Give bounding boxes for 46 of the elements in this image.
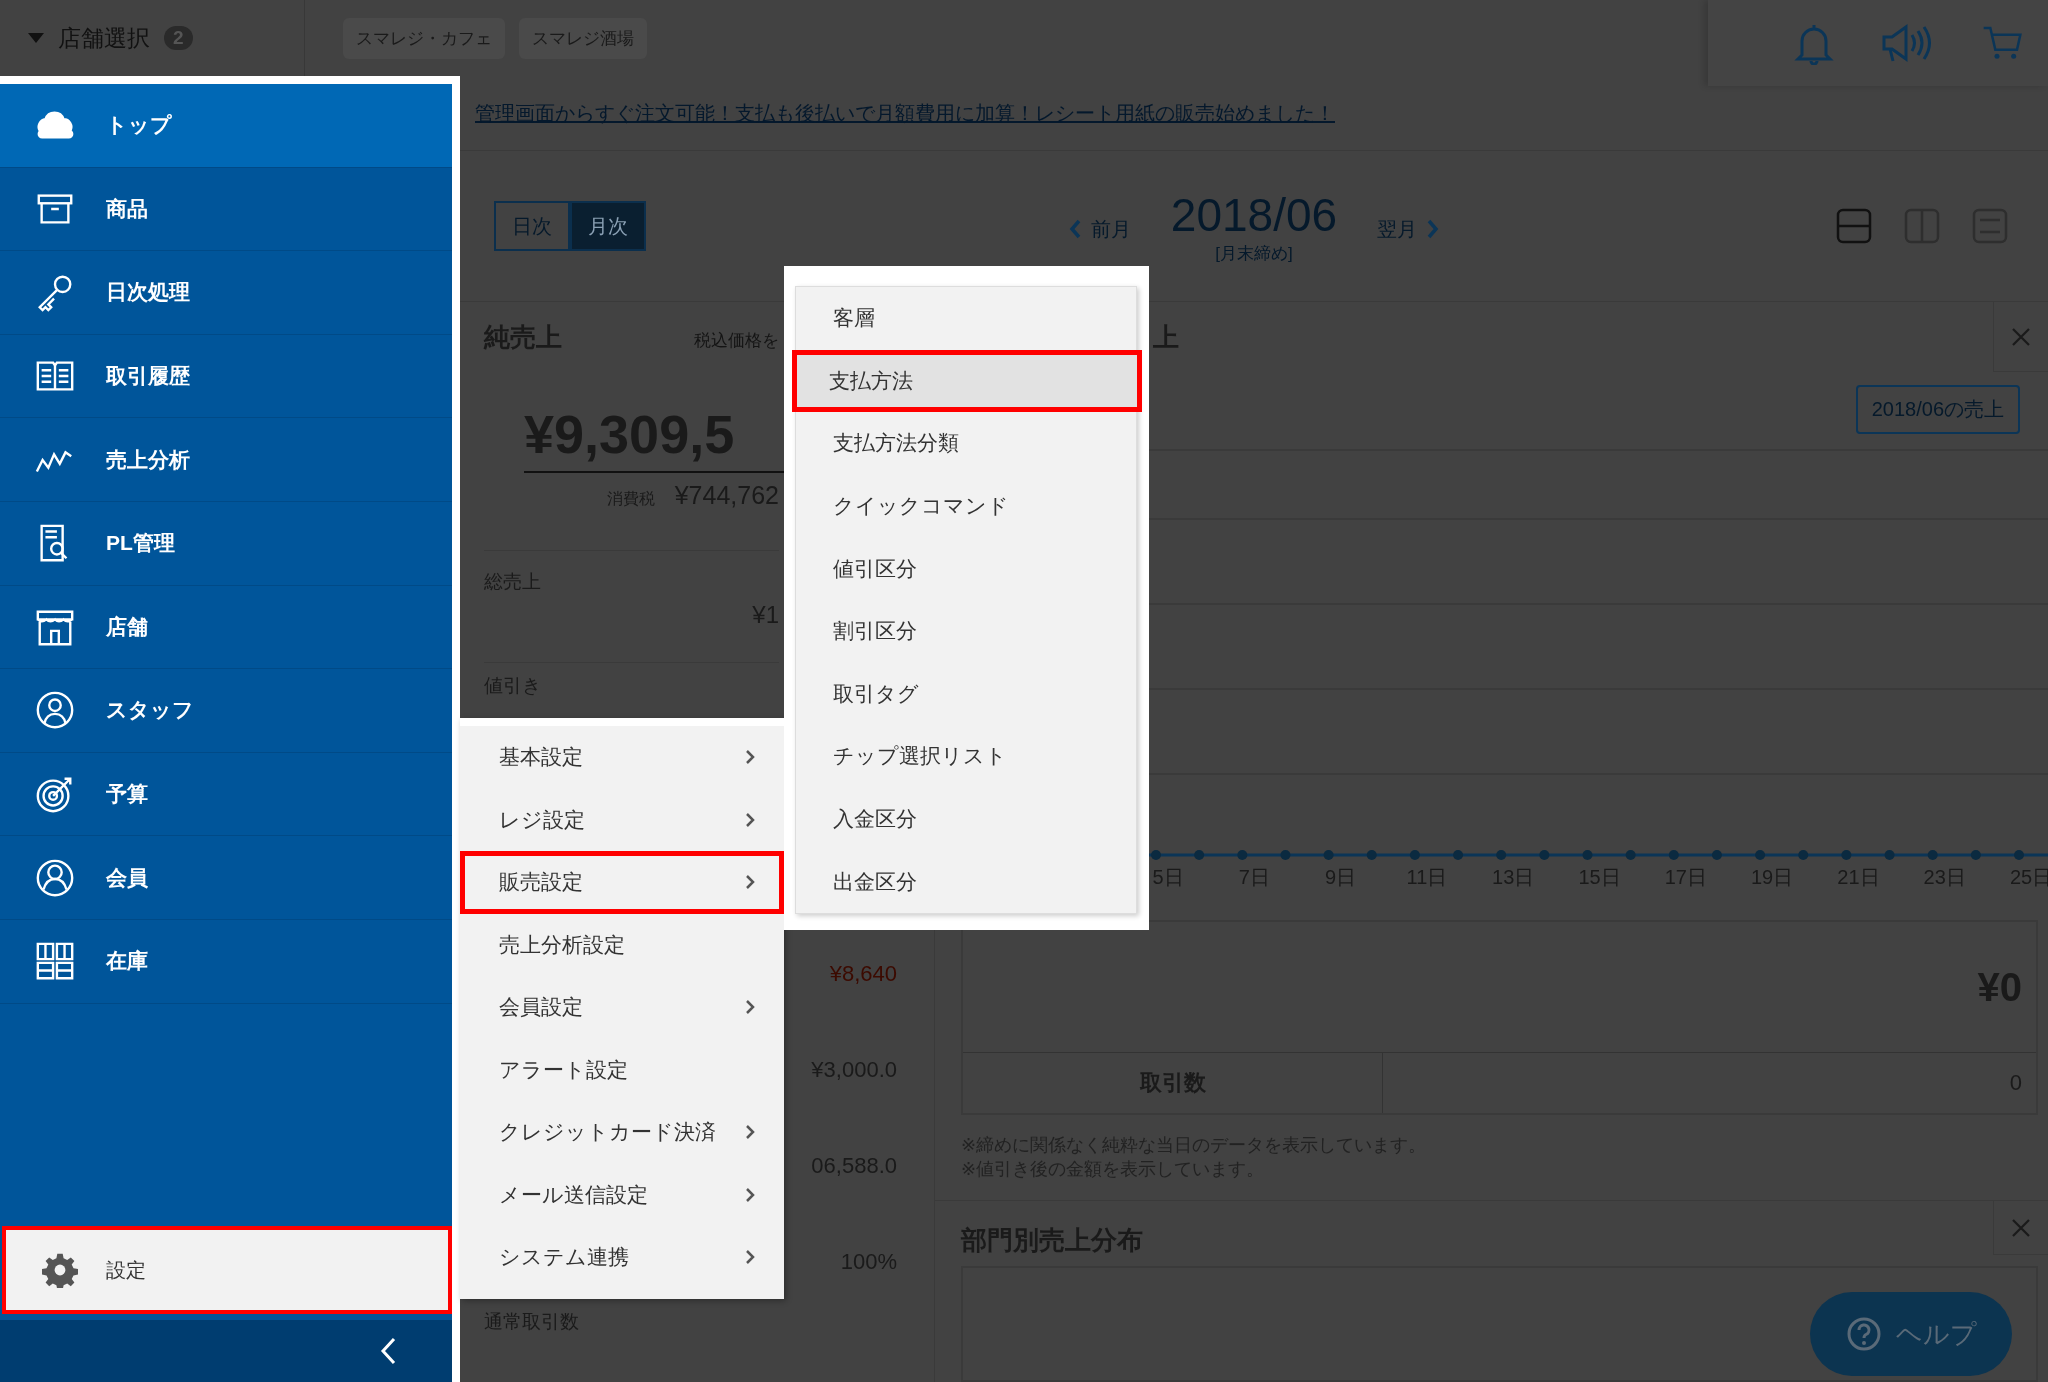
settings-menu-item[interactable]: 会員設定	[460, 976, 784, 1039]
sales-settings-menu-item[interactable]: 入金区分	[796, 787, 1136, 851]
sidebar-item[interactable]: 取引履歴	[0, 334, 452, 419]
sales-settings-menu-item[interactable]: 取引タグ	[796, 662, 1136, 726]
sidebar-item[interactable]: PL管理	[0, 501, 452, 586]
sidebar-item[interactable]: 商品	[0, 167, 452, 252]
sales-settings-menu-item[interactable]: 支払方法分類	[796, 412, 1136, 475]
sidebar-item[interactable]: 売上分析	[0, 418, 452, 502]
period-toggle-button[interactable]: 月次	[570, 201, 646, 251]
period-note: [月末締め]	[1215, 242, 1293, 265]
sales-settings-menu-item[interactable]: 値引区分	[796, 537, 1136, 600]
period-title: 2018/06	[1170, 187, 1338, 242]
sales-settings-menu-item[interactable]: 客層	[796, 287, 1136, 350]
caret-icon[interactable]	[28, 33, 44, 43]
settings-menu-item[interactable]: 販売設定	[460, 851, 784, 914]
chevron-right-icon	[1427, 219, 1440, 239]
sidebar-item[interactable]: 日次処理	[0, 251, 452, 335]
close-button[interactable]	[1993, 1201, 2048, 1255]
sidebar-item[interactable]: 店舗	[0, 585, 452, 670]
sidebar-item[interactable]: 予算	[0, 752, 452, 837]
summary-value: ¥8,640	[829, 961, 897, 987]
chevron-left-icon	[1068, 219, 1081, 239]
sales-settings-menu-item[interactable]: 支払方法	[792, 349, 1142, 413]
settings-menu-item[interactable]: クレジットカード決済	[460, 1101, 784, 1164]
settings-icon	[42, 1252, 78, 1288]
sales-settings-menu-item[interactable]: クイックコマンド	[796, 474, 1136, 538]
close-icon	[2011, 1218, 2031, 1238]
settings-menu-item[interactable]: メール送信設定	[460, 1163, 784, 1226]
settings-menu-item[interactable]: 売上分析設定	[460, 913, 784, 976]
sales-settings-menu-item[interactable]: チップ選択リスト	[796, 725, 1136, 788]
rows-layout-icon[interactable]	[1836, 208, 1872, 244]
help-icon	[1845, 1316, 1882, 1352]
close-icon	[2011, 327, 2031, 347]
settings-menu-item[interactable]: システム連携	[460, 1226, 784, 1289]
collapse-chevron-icon[interactable]	[380, 1337, 396, 1365]
sales-settings-menu-item[interactable]: 割引区分	[796, 599, 1136, 663]
settings-menu-item[interactable]: レジ設定	[460, 788, 784, 851]
sidebar-item[interactable]: スタッフ	[0, 669, 452, 753]
sidebar-item[interactable]: 会員	[0, 836, 452, 920]
sidebar-item[interactable]: トップ	[0, 84, 452, 168]
close-button[interactable]	[1993, 302, 2048, 372]
sidebar-item[interactable]: 在庫	[0, 919, 452, 1004]
sales-settings-menu-item[interactable]: 出金区分	[796, 850, 1136, 913]
settings-item[interactable]: 設定	[2, 1226, 452, 1314]
settings-menu-item[interactable]: 基本設定	[460, 726, 784, 789]
settings-menu-item[interactable]: アラート設定	[460, 1038, 784, 1101]
